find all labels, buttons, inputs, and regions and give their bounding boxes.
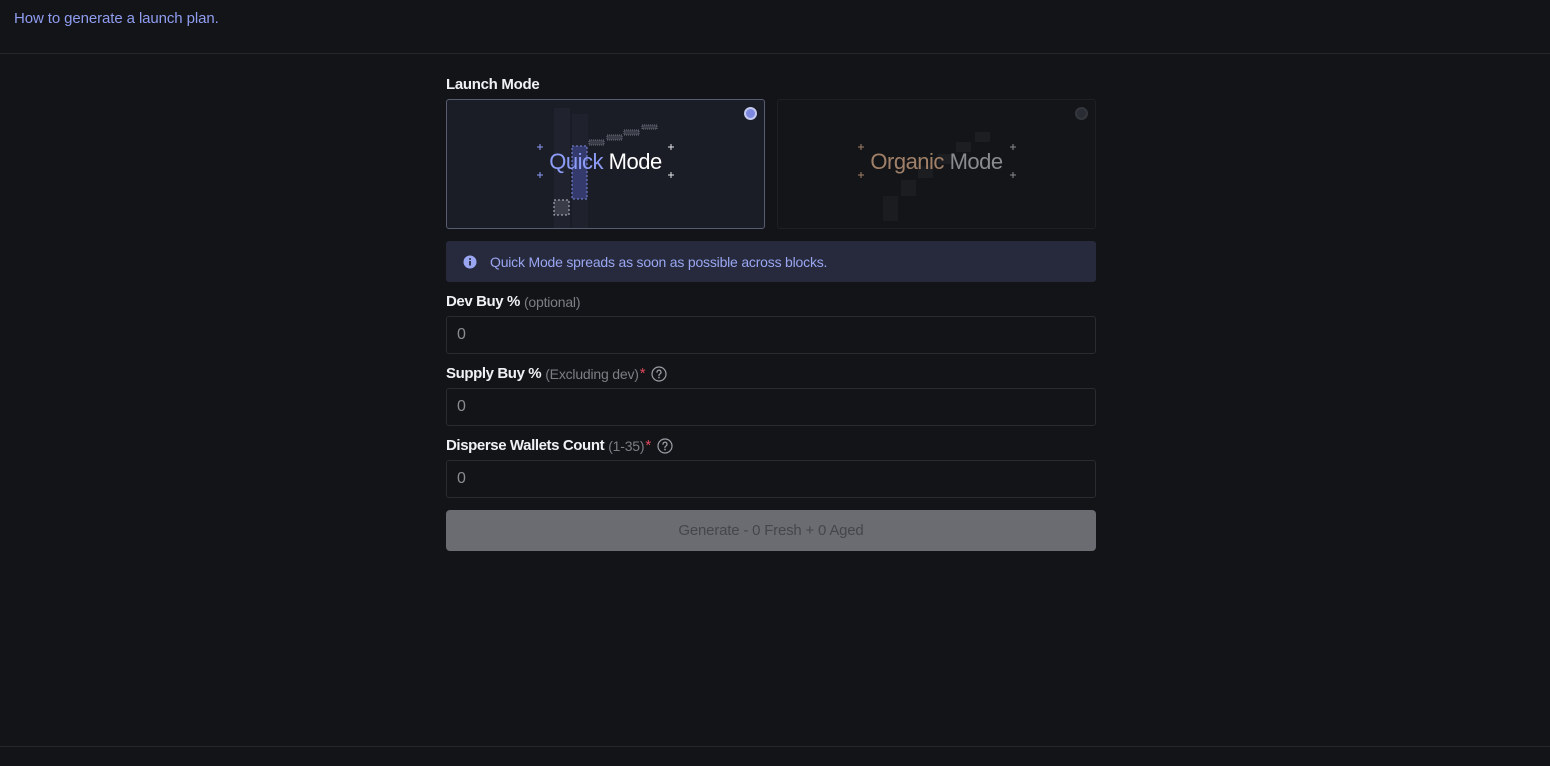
- generate-button[interactable]: Generate - 0 Fresh + 0 Aged: [446, 510, 1096, 551]
- organic-mode-title: Organic Mode: [870, 149, 1003, 174]
- supply-buy-label-text: Supply Buy %: [446, 365, 542, 382]
- quick-mode-title: Quick Mode: [549, 149, 662, 174]
- disperse-wallets-label-text: Disperse Wallets Count: [446, 437, 605, 454]
- supply-buy-label: Supply Buy % (Excluding dev) *: [446, 365, 1096, 382]
- organic-mode-card[interactable]: Organic Mode: [777, 99, 1096, 229]
- info-text: Quick Mode spreads as soon as possible a…: [490, 253, 828, 270]
- dev-buy-label: Dev Buy % (optional): [446, 293, 1096, 310]
- dev-buy-input[interactable]: [446, 316, 1096, 354]
- help-icon[interactable]: [657, 437, 673, 454]
- dev-buy-hint: (optional): [523, 293, 581, 310]
- dev-buy-label-text: Dev Buy %: [446, 293, 520, 310]
- disperse-wallets-label: Disperse Wallets Count (1-35) *: [446, 437, 1096, 454]
- disperse-wallets-hint: (1-35): [608, 437, 645, 454]
- required-marker: *: [645, 437, 651, 454]
- top-bar: How to generate a launch plan.: [0, 0, 1550, 54]
- launch-mode-label: Launch Mode: [446, 76, 540, 93]
- help-link[interactable]: How to generate a launch plan.: [14, 10, 219, 27]
- supply-buy-input[interactable]: [446, 388, 1096, 426]
- launch-mode-options: Quick Mode Organic Mode: [446, 99, 1096, 229]
- disperse-wallets-input[interactable]: [446, 460, 1096, 498]
- launch-plan-form: Launch Mode Quick Mode Organic Mode Quic…: [446, 76, 1096, 551]
- help-icon[interactable]: [651, 365, 667, 382]
- organic-mode-radio[interactable]: [1075, 107, 1088, 120]
- supply-buy-hint: (Excluding dev): [545, 365, 639, 382]
- quick-mode-radio[interactable]: [744, 107, 757, 120]
- info-icon: [463, 255, 477, 268]
- quick-mode-card[interactable]: Quick Mode: [446, 99, 765, 229]
- bottom-bar: [0, 746, 1550, 766]
- required-marker: *: [639, 365, 646, 382]
- info-banner: Quick Mode spreads as soon as possible a…: [446, 241, 1096, 282]
